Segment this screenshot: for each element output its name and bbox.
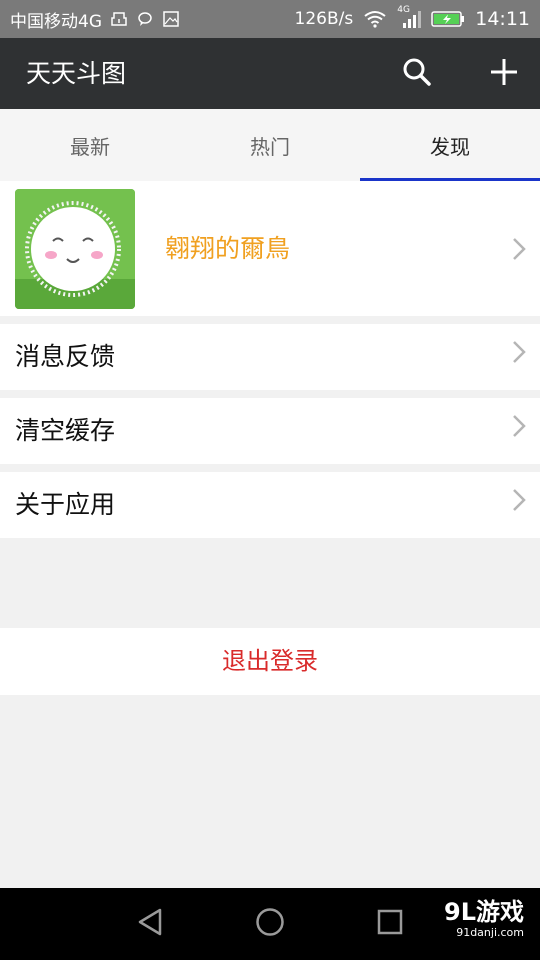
battery-charging-icon	[431, 10, 465, 28]
carrier-label: 中国移动4G	[10, 11, 102, 32]
menu-item-label: 关于应用	[15, 490, 116, 519]
plus-icon	[489, 57, 519, 91]
tab-popular[interactable]: 热门	[180, 109, 360, 181]
wifi-icon	[363, 10, 387, 28]
menu-item-label: 清空缓存	[15, 416, 116, 445]
menu-item-feedback[interactable]: 消息反馈	[0, 324, 540, 390]
network-type-label: 4G	[397, 5, 410, 15]
clock: 14:11	[475, 8, 530, 30]
tab-latest[interactable]: 最新	[0, 109, 180, 181]
search-icon	[401, 56, 433, 92]
back-button[interactable]	[130, 904, 170, 944]
profile-row[interactable]: 翱翔的爾鳥	[0, 181, 540, 316]
chevron-right-icon	[513, 341, 526, 363]
tab-discover[interactable]: 发现	[360, 109, 540, 181]
chevron-right-icon	[513, 489, 526, 511]
status-bar: 中国移动4G 126B/s 4G 14:11	[0, 0, 540, 38]
logout-button[interactable]: 退出登录	[0, 628, 540, 695]
chevron-right-icon	[513, 238, 526, 260]
network-speed: 126B/s	[294, 9, 354, 29]
status-bar-right: 126B/s 4G 14:11	[295, 0, 530, 38]
image-icon	[162, 10, 180, 28]
search-button[interactable]	[395, 52, 439, 96]
profile-name: 翱翔的爾鳥	[165, 234, 291, 263]
chat-bubble-icon	[136, 10, 154, 28]
usb-icon	[110, 10, 128, 28]
back-icon	[136, 907, 164, 941]
menu-item-clear-cache[interactable]: 清空缓存	[0, 398, 540, 464]
signal-icon: 4G	[397, 5, 422, 29]
app-title: 天天斗图	[26, 59, 127, 88]
home-button[interactable]	[250, 904, 290, 944]
logout-label: 退出登录	[222, 647, 318, 675]
status-bar-left: 中国移动4G	[10, 0, 180, 38]
recents-button[interactable]	[370, 904, 410, 944]
tab-bar: 最新 热门 发现	[0, 109, 540, 181]
recents-icon	[376, 908, 404, 940]
app-bar: 天天斗图	[0, 38, 540, 109]
add-button[interactable]	[482, 52, 526, 96]
watermark-brand: 9L游戏	[444, 898, 524, 926]
menu-item-about[interactable]: 关于应用	[0, 472, 540, 538]
navigation-bar: 9L游戏 91danji.com	[0, 888, 540, 960]
watermark-domain: 91danji.com	[456, 926, 524, 939]
chevron-right-icon	[513, 415, 526, 437]
avatar	[15, 189, 135, 309]
menu-item-label: 消息反馈	[15, 342, 116, 371]
watermark: 9L游戏 91danji.com	[444, 898, 524, 940]
home-icon	[255, 907, 285, 941]
